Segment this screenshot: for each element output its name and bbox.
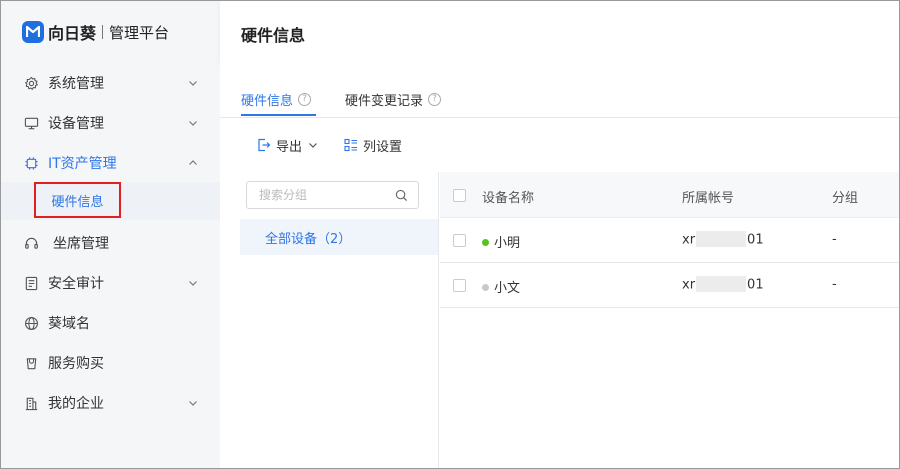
app-window: 向日葵 管理平台 系统管理 设备管理 IT资产管理 硬件信息 坐席管理 安全审计… (0, 0, 900, 469)
device-table: 设备名称 所属帐号 分组 小明 xr 01 - 小文 xr 01 - (440, 172, 899, 308)
account-cell: xr 01 (682, 276, 764, 293)
account-suffix: 01 (747, 232, 764, 248)
column-header-device-name[interactable]: 设备名称 (482, 187, 534, 206)
group-panel: 全部设备（2） (240, 172, 439, 468)
redaction-mask (696, 231, 747, 247)
chip-icon (23, 155, 39, 171)
page-header: 硬件信息 (220, 1, 899, 61)
help-icon[interactable]: ? (298, 92, 312, 106)
table-row[interactable]: 小文 xr 01 - (440, 263, 899, 308)
tab-bar: 硬件信息 ? 硬件变更记录 ? (241, 89, 475, 117)
sidebar-item-device-management[interactable]: 设备管理 (1, 103, 220, 143)
chevron-down-icon (189, 121, 197, 126)
redaction-mask (696, 276, 747, 292)
sidebar-item-it-asset-management[interactable]: IT资产管理 (1, 143, 220, 183)
headset-icon (23, 235, 39, 251)
row-checkbox[interactable] (453, 279, 466, 292)
sidebar-item-label: 安全审计 (48, 276, 104, 292)
group-search-box (246, 181, 419, 209)
gear-icon (23, 75, 39, 91)
sidebar-subitem-label: 硬件信息 (34, 182, 121, 218)
sunlogin-logo-icon (22, 21, 44, 43)
select-all-checkbox[interactable] (453, 189, 466, 202)
tab-label: 硬件变更记录 (345, 93, 424, 109)
sidebar-item-label: 葵域名 (48, 316, 90, 332)
group-item-all-devices[interactable]: 全部设备（2） (240, 219, 438, 255)
audit-icon (23, 275, 39, 291)
sidebar: 向日葵 管理平台 系统管理 设备管理 IT资产管理 硬件信息 坐席管理 安全审计… (1, 1, 220, 468)
export-icon (258, 138, 271, 152)
device-name: 小明 (494, 236, 521, 251)
globe-icon (23, 315, 39, 331)
table-row[interactable]: 小明 xr 01 - (440, 218, 899, 263)
export-button[interactable]: 导出 (257, 136, 324, 155)
logo-divider (102, 25, 104, 39)
account-cell: xr 01 (682, 231, 764, 248)
logo[interactable]: 向日葵 管理平台 (22, 21, 169, 43)
account-suffix: 01 (747, 277, 764, 293)
sidebar-subitem-hardware-info[interactable]: 硬件信息 (1, 182, 220, 220)
active-tab-indicator (241, 114, 316, 116)
device-name: 小文 (494, 281, 521, 296)
tab-divider (220, 117, 899, 118)
monitor-icon (23, 115, 39, 131)
sidebar-item-label: IT资产管理 (48, 156, 117, 172)
sidebar-item-label: 服务购买 (48, 356, 104, 372)
sidebar-item-label: 我的企业 (48, 396, 104, 412)
chevron-down-icon (309, 143, 317, 148)
brand-name: 向日葵 (48, 24, 97, 43)
column-header-account[interactable]: 所属帐号 (682, 187, 734, 206)
toolbar: 导出 列设置 (257, 136, 422, 155)
sidebar-item-seat-management[interactable]: 坐席管理 (1, 223, 220, 263)
sidebar-item-label: 系统管理 (48, 76, 104, 92)
sidebar-item-security-audit[interactable]: 安全审计 (1, 263, 220, 303)
account-prefix: xr (682, 277, 696, 293)
device-name-cell: 小明 (482, 232, 520, 251)
column-settings-label: 列设置 (363, 139, 403, 155)
column-header-group[interactable]: 分组 (832, 187, 858, 206)
brand-subtitle: 管理平台 (109, 23, 170, 42)
tab-label: 硬件信息 (241, 93, 294, 109)
sidebar-item-system-management[interactable]: 系统管理 (1, 63, 220, 103)
online-status-dot (482, 239, 489, 246)
chevron-down-icon (189, 81, 197, 86)
help-icon[interactable]: ? (428, 92, 442, 106)
group-cell: - (832, 277, 837, 292)
table-header: 设备名称 所属帐号 分组 (440, 172, 899, 218)
chevron-down-icon (189, 401, 197, 406)
column-settings-button[interactable]: 列设置 (344, 136, 402, 155)
group-search-input[interactable] (247, 182, 387, 208)
page-title: 硬件信息 (241, 26, 306, 45)
export-label: 导出 (276, 139, 303, 155)
sidebar-item-my-enterprise[interactable]: 我的企业 (1, 383, 220, 423)
sidebar-item-label: 坐席管理 (53, 236, 109, 252)
account-prefix: xr (682, 232, 696, 248)
sidebar-item-service-purchase[interactable]: 服务购买 (1, 343, 220, 383)
chevron-down-icon (189, 281, 197, 286)
bag-icon (23, 355, 39, 371)
building-icon (23, 395, 39, 411)
group-cell: - (832, 232, 837, 247)
tab-hardware-change-log[interactable]: 硬件变更记录 ? (345, 89, 442, 109)
offline-status-dot (482, 284, 489, 291)
tab-hardware-info[interactable]: 硬件信息 ? (241, 89, 312, 109)
chevron-up-icon (189, 160, 197, 165)
sidebar-item-label: 设备管理 (48, 116, 104, 132)
device-name-cell: 小文 (482, 277, 520, 296)
column-settings-icon (344, 138, 358, 152)
search-icon[interactable] (395, 189, 408, 202)
sidebar-item-domain[interactable]: 葵域名 (1, 303, 220, 343)
row-checkbox[interactable] (453, 234, 466, 247)
